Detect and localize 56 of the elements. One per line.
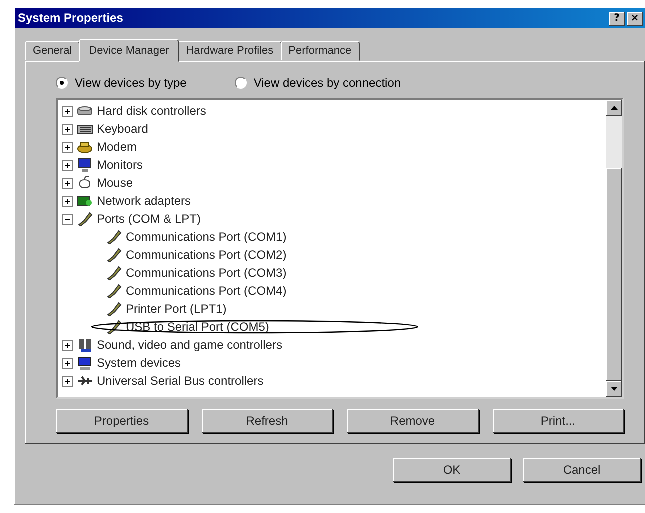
collapse-toggle-icon[interactable] — [62, 214, 73, 224]
tree-item[interactable]: Mouse — [97, 176, 134, 190]
window-title: System Properties — [18, 11, 124, 25]
tree-item[interactable]: Modem — [97, 140, 138, 154]
plug-icon — [106, 319, 122, 335]
expand-toggle-icon[interactable] — [62, 358, 73, 368]
tree-item[interactable]: Ports (COM & LPT) — [97, 212, 202, 226]
plug-icon — [77, 211, 93, 227]
dialog-button[interactable]: Cancel — [523, 458, 641, 482]
expand-toggle-icon[interactable] — [62, 142, 73, 152]
tree-item[interactable]: Communications Port (COM2) — [126, 248, 287, 262]
tree-item[interactable]: Hard disk controllers — [97, 104, 206, 118]
tab[interactable]: Device Manager — [79, 39, 180, 62]
expand-toggle-icon[interactable] — [62, 196, 73, 206]
expand-toggle-icon[interactable] — [62, 106, 73, 116]
tab[interactable]: General — [25, 41, 80, 61]
plug-icon — [106, 265, 122, 281]
radio-button[interactable] — [56, 77, 68, 89]
expand-toggle-icon[interactable] — [62, 340, 73, 350]
scroll-thumb[interactable] — [606, 168, 622, 381]
expand-toggle-icon[interactable] — [62, 124, 73, 134]
action-button[interactable]: Properties — [56, 409, 188, 433]
tree-item[interactable]: Communications Port (COM4) — [126, 284, 287, 298]
radio-label[interactable]: View devices by connection — [254, 76, 402, 90]
tab[interactable]: Performance — [280, 41, 360, 61]
expand-toggle-icon[interactable] — [62, 160, 73, 170]
dialog-button[interactable]: OK — [393, 458, 511, 482]
expand-toggle-icon[interactable] — [62, 178, 73, 188]
mouse-icon — [77, 175, 93, 191]
radio-label[interactable]: View devices by type — [75, 76, 187, 90]
tree-item[interactable]: Sound, video and game controllers — [97, 338, 282, 352]
title-bar-button[interactable]: ? — [609, 12, 625, 26]
down-arrow-icon[interactable] — [610, 387, 618, 391]
action-button[interactable]: Refresh — [202, 409, 333, 433]
tree-item[interactable]: System devices — [97, 356, 182, 370]
action-button[interactable]: Remove — [347, 409, 478, 433]
plug-icon — [106, 229, 122, 245]
scrollbar[interactable] — [606, 100, 622, 397]
tree-item[interactable]: Printer Port (LPT1) — [126, 302, 227, 316]
speaker-icon — [77, 337, 93, 353]
plug-icon — [106, 301, 122, 317]
tree-item[interactable]: Network adapters — [97, 194, 192, 208]
radio-button[interactable] — [234, 77, 247, 89]
tree-item[interactable]: Universal Serial Bus controllers — [97, 374, 264, 388]
plug-icon — [106, 247, 122, 263]
tree-item[interactable]: Monitors — [97, 158, 144, 172]
computer-icon — [77, 355, 93, 371]
monitor-icon — [77, 157, 93, 173]
expand-toggle-icon[interactable] — [62, 376, 73, 386]
action-button[interactable]: Print... — [492, 409, 624, 433]
tree-item[interactable]: Communications Port (COM3) — [126, 266, 287, 280]
plug-icon — [106, 283, 122, 299]
tree-item[interactable]: Communications Port (COM1) — [126, 230, 287, 244]
up-arrow-icon[interactable] — [610, 106, 618, 110]
tree-item[interactable]: Keyboard — [97, 122, 148, 136]
title-bar-button[interactable]: × — [627, 12, 643, 26]
